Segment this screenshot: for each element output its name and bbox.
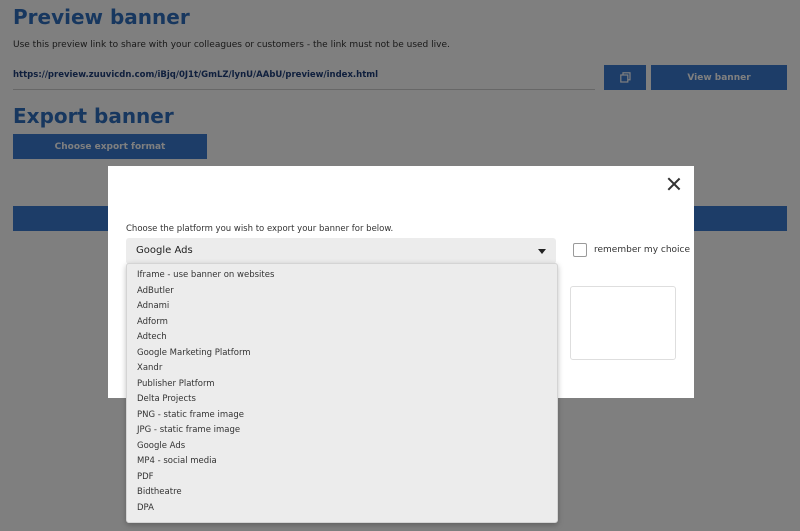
dropdown-option[interactable]: JPG - static frame image — [127, 423, 557, 439]
dropdown-option[interactable]: Xandr — [127, 361, 557, 377]
remember-checkbox[interactable] — [573, 243, 587, 257]
platform-select-value: Google Ads — [136, 245, 193, 256]
remember-choice[interactable]: remember my choice — [573, 243, 690, 257]
caret-down-icon — [538, 249, 546, 254]
close-icon[interactable] — [667, 177, 681, 191]
platform-dropdown-list: Iframe - use banner on websites AdButler… — [126, 263, 558, 523]
dropdown-option[interactable]: DPA — [127, 501, 557, 517]
dropdown-option[interactable]: Google Ads — [127, 439, 557, 455]
dropdown-option[interactable]: PNG - static frame image — [127, 408, 557, 424]
dropdown-option[interactable]: Iframe - use banner on websites — [127, 268, 557, 284]
modal-instruction: Choose the platform you wish to export y… — [126, 224, 394, 234]
dropdown-option[interactable]: MP4 - social media — [127, 454, 557, 470]
remember-label: remember my choice — [594, 245, 691, 255]
dropdown-option[interactable]: Publisher Platform — [127, 377, 557, 393]
dropdown-option[interactable]: PDF — [127, 470, 557, 486]
dropdown-option[interactable]: Adform — [127, 315, 557, 331]
dropdown-option[interactable]: AdButler — [127, 284, 557, 300]
dropdown-option[interactable]: Google Marketing Platform — [127, 346, 557, 362]
platform-select[interactable]: Google Ads — [126, 238, 556, 264]
dropdown-option[interactable]: Adtech — [127, 330, 557, 346]
dropdown-option[interactable]: Adnami — [127, 299, 557, 315]
dropdown-option[interactable]: Delta Projects — [127, 392, 557, 408]
dropdown-option[interactable]: Bidtheatre — [127, 485, 557, 501]
export-code-box — [570, 286, 676, 360]
